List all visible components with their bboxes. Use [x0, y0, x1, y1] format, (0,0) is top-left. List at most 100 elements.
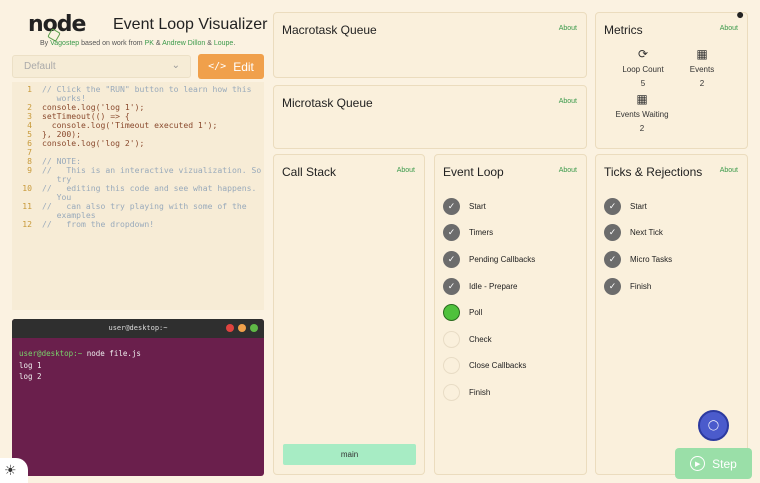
credits-mid: based on work from [79, 40, 145, 47]
microtask-about-link[interactable]: About [559, 98, 577, 105]
phase-item: Finish [443, 379, 535, 406]
author-link[interactable]: Vagostep [50, 40, 79, 47]
terminal: user@desktop:~ user@desktop:~ node file.… [12, 319, 264, 476]
phase-item: ✓ Pending Callbacks [443, 246, 535, 273]
credits-amp: & [205, 40, 214, 47]
credits-by: By [40, 40, 51, 47]
terminal-output: user@desktop:~ node file.js log 1 log 2 [12, 338, 264, 393]
cat-icon[interactable]: ● [736, 6, 744, 22]
sun-icon: ☀ [4, 462, 17, 478]
credits-end: . [233, 40, 236, 47]
edit-button[interactable]: </> Edit [198, 54, 264, 79]
panel-title: Metrics [604, 23, 643, 37]
phase-label: Micro Tasks [630, 254, 673, 264]
code-text: // editing this code and see what happen… [42, 183, 257, 202]
status-circle-icon [443, 357, 460, 375]
loop-count-metric: ⟳ Loop Count 5 [618, 47, 668, 88]
terminal-title: user@desktop:~ [108, 324, 168, 332]
panel-title: Call Stack [282, 165, 337, 179]
status-circle-icon [443, 383, 460, 401]
metric-value: 5 [640, 79, 646, 88]
theme-toggle[interactable]: ☀ [0, 458, 28, 483]
phase-item: ✓ Start [443, 193, 535, 220]
check-icon: ✓ [443, 197, 460, 215]
phase-item: ✓ Micro Tasks [604, 246, 672, 273]
code-icon: </> [208, 61, 227, 72]
close-dot-icon [226, 324, 234, 332]
phase-label: Pending Callbacks [469, 254, 536, 264]
terminal-title-bar: user@desktop:~ [12, 319, 264, 338]
edit-button-label: Edit [233, 59, 254, 74]
panel-title: Microtask Queue [282, 96, 373, 110]
loupe-link[interactable]: Loupe [214, 40, 233, 47]
phase-label: Close Callbacks [469, 361, 527, 371]
phase-label: Next Tick [630, 228, 663, 238]
metric-value: 2 [699, 79, 705, 88]
calendar-clock-icon: ▦ [636, 92, 648, 106]
metric-value: 2 [639, 124, 645, 133]
check-icon: ✓ [443, 224, 460, 242]
example-dropdown[interactable]: Default ⌄ [12, 55, 191, 78]
refresh-icon: ⟳ [637, 47, 649, 61]
line-number: 9 [27, 165, 32, 175]
play-pause-button[interactable]: ◯ [698, 410, 729, 441]
phase-item: ✓ Next Tick [604, 220, 672, 247]
dropdown-value: Default [24, 61, 56, 72]
phase-label: Idle - Prepare [469, 281, 518, 291]
macrotask-about-link[interactable]: About [559, 25, 577, 32]
callstack-about-link[interactable]: About [397, 167, 415, 174]
code-text: // Click the "RUN" button to learn how t… [42, 84, 252, 103]
status-circle-icon [443, 330, 460, 348]
pk-link[interactable]: PK [145, 40, 154, 47]
microtask-queue-panel: Microtask Queue About [273, 85, 587, 149]
code-text: // This is an interactive vizualization.… [42, 165, 262, 184]
phase-item: Close Callbacks [443, 353, 535, 380]
phase-label: Check [469, 334, 492, 344]
step-button-label: Step [712, 456, 737, 471]
panel-title: Event Loop [443, 165, 504, 179]
events-waiting-metric: ▦ Events Waiting 2 [612, 92, 672, 133]
phase-label: Timers [469, 228, 494, 238]
code-text: console.log('log 2'); [42, 138, 145, 148]
events-metric: ▦ Events 2 [682, 47, 722, 88]
metric-label: Events Waiting [615, 110, 669, 119]
panel-title: Macrotask Queue [282, 23, 377, 37]
macrotask-queue-panel: Macrotask Queue About [273, 12, 587, 78]
eventloop-about-link[interactable]: About [559, 167, 577, 174]
code-editor[interactable]: 1 // Click the "RUN" button to learn how … [12, 82, 264, 310]
line-number: 10 [22, 183, 32, 193]
step-button[interactable]: ▶ Step [675, 448, 752, 479]
andrew-link[interactable]: Andrew Dillon [162, 40, 205, 47]
minimize-dot-icon [238, 324, 246, 332]
credits-amp: & [153, 40, 163, 47]
ticks-phases: ✓ Start ✓ Next Tick ✓ Micro Tasks ✓ Finish [604, 193, 672, 299]
credits: By Vagostep based on work from PK & Andr… [40, 40, 235, 47]
phase-label: Finish [469, 387, 491, 397]
phase-item: ✓ Timers [443, 220, 535, 247]
phase-label: Start [469, 201, 486, 211]
calendar-icon: ▦ [696, 47, 708, 61]
code-text: // from the dropdown! [42, 219, 155, 229]
maximize-dot-icon [250, 324, 258, 332]
status-circle-icon [443, 304, 460, 322]
phase-label: Poll [469, 308, 483, 318]
terminal-prompt: user@desktop:~ [19, 349, 83, 358]
line-number: 12 [22, 219, 32, 229]
check-icon: ✓ [604, 224, 621, 242]
phase-item: ✓ Finish [604, 273, 672, 300]
terminal-command-line: user@desktop:~ node file.js [19, 348, 257, 360]
phase-item: Check [443, 326, 535, 353]
panel-title: Ticks & Rejections [604, 165, 703, 179]
phase-item: ✓ Start [604, 193, 672, 220]
check-icon: ✓ [604, 277, 621, 295]
metric-label: Loop Count [622, 65, 664, 74]
ticks-about-link[interactable]: About [720, 167, 738, 174]
stack-frame: main [283, 444, 416, 465]
check-icon: ✓ [443, 250, 460, 268]
step-icon: ▶ [690, 456, 706, 471]
line-number: 11 [22, 201, 32, 211]
event-loop-panel: Event Loop About ✓ Start ✓ Timers ✓ Pending C… [434, 154, 587, 475]
phase-label: Start [630, 201, 647, 211]
metrics-about-link[interactable]: About [720, 25, 738, 32]
check-icon: ✓ [604, 197, 621, 215]
